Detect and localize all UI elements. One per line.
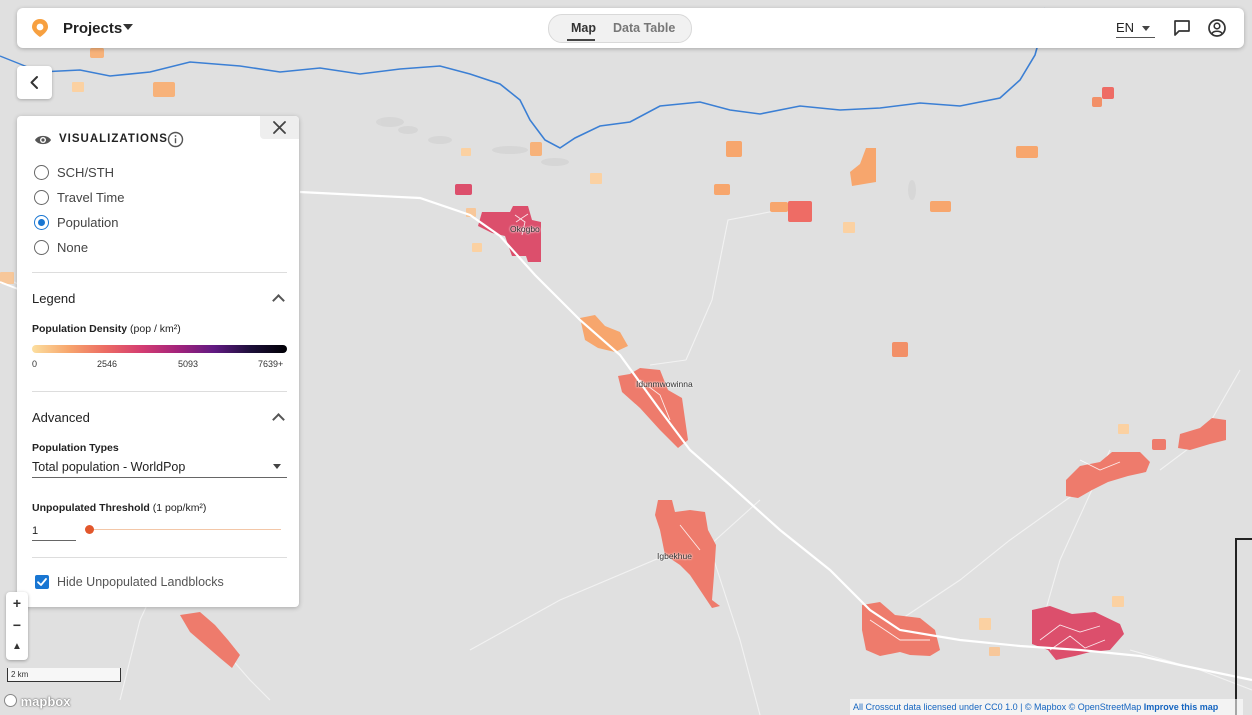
- divider: [32, 272, 287, 273]
- info-icon[interactable]: [167, 131, 184, 148]
- legend-tick: 2546: [97, 359, 118, 369]
- select-chevron-icon[interactable]: [273, 464, 281, 469]
- compass-button[interactable]: ▲: [6, 636, 28, 658]
- tab-map[interactable]: Map: [571, 21, 596, 35]
- radio-label-population[interactable]: Population: [57, 215, 118, 230]
- threshold-slider-thumb[interactable]: [85, 525, 94, 534]
- language-chevron-icon[interactable]: [1142, 26, 1150, 31]
- hide-unpopulated-label[interactable]: Hide Unpopulated Landblocks: [57, 575, 224, 589]
- attribution-text[interactable]: All Crosscut data licensed under CC0 1.0…: [853, 702, 1141, 712]
- mapbox-logo-icon: [4, 694, 17, 707]
- map-attribution: All Crosscut data licensed under CC0 1.0…: [850, 699, 1243, 715]
- threshold-input[interactable]: 1: [32, 525, 38, 537]
- zoom-controls: + − ▲: [6, 592, 28, 660]
- radio-label-sch-sth[interactable]: SCH/STH: [57, 165, 114, 180]
- radio-sch-sth[interactable]: [34, 165, 49, 180]
- zoom-in-button[interactable]: +: [6, 592, 28, 614]
- radio-travel-time[interactable]: [34, 190, 49, 205]
- visualizations-panel: VISUALIZATIONS SCH/STH Travel Time Popul…: [17, 116, 299, 607]
- check-icon: [37, 578, 47, 586]
- close-button[interactable]: [260, 116, 299, 139]
- zoom-out-button[interactable]: −: [6, 614, 28, 636]
- eye-icon: [35, 135, 51, 145]
- top-bar: Projects Map Data Table EN: [17, 8, 1244, 48]
- language-select[interactable]: EN: [1116, 20, 1134, 35]
- back-button[interactable]: [17, 66, 52, 99]
- legend-tick: 0: [32, 359, 38, 369]
- feedback-chat-icon[interactable]: [1172, 18, 1192, 38]
- mapbox-logo[interactable]: mapbox: [4, 694, 70, 709]
- chevron-down-icon[interactable]: [123, 24, 133, 30]
- threshold-label: Unpopulated Threshold (1 pop/km²): [32, 502, 207, 514]
- threshold-input-underline: [32, 540, 76, 541]
- radio-population[interactable]: [34, 215, 49, 230]
- map-scale: 2 km: [7, 668, 121, 682]
- radio-label-travel-time[interactable]: Travel Time: [57, 190, 124, 205]
- tab-data-table[interactable]: Data Table: [613, 21, 675, 35]
- divider: [32, 557, 287, 558]
- place-label-idunmwowinna: Idunmwowinna: [636, 379, 693, 389]
- chevron-left-icon: [30, 76, 38, 89]
- chevron-up-icon[interactable]: [272, 413, 285, 426]
- close-icon: [273, 121, 286, 134]
- legend-title: Population Density (pop / km²): [32, 323, 181, 335]
- divider: [32, 391, 287, 392]
- threshold-slider-track[interactable]: [89, 529, 281, 530]
- radio-label-none[interactable]: None: [57, 240, 88, 255]
- improve-map-link[interactable]: Improve this map: [1144, 702, 1219, 712]
- advanced-heading[interactable]: Advanced: [32, 410, 90, 425]
- map-edge-frame: [1235, 538, 1252, 715]
- place-label-okogbo: Okogbo: [510, 224, 540, 234]
- hide-unpopulated-checkbox[interactable]: [35, 575, 49, 589]
- language-underline: [1116, 37, 1155, 38]
- population-type-select[interactable]: Total population - WorldPop: [32, 460, 185, 474]
- chevron-up-icon[interactable]: [272, 294, 285, 307]
- app-logo-icon[interactable]: [30, 18, 50, 38]
- account-icon[interactable]: [1207, 18, 1227, 38]
- density-color-ramp: [32, 345, 287, 353]
- panel-title: VISUALIZATIONS: [59, 133, 168, 145]
- population-types-label: Population Types: [32, 442, 119, 454]
- legend-heading[interactable]: Legend: [32, 291, 75, 306]
- legend-tick: 5093: [178, 359, 199, 369]
- view-toggle: Map Data Table: [548, 14, 692, 43]
- tab-map-indicator: [567, 39, 595, 41]
- projects-menu[interactable]: Projects: [63, 20, 122, 37]
- legend-tick: 7639+: [258, 359, 284, 369]
- select-underline: [32, 477, 287, 478]
- radio-none[interactable]: [34, 240, 49, 255]
- place-label-igbekhue: Igbekhue: [657, 551, 692, 561]
